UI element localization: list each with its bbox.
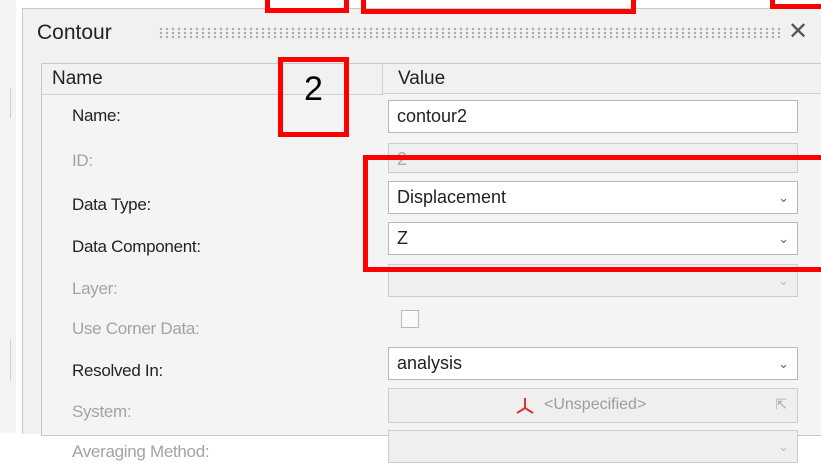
system-label: System: [72,402,132,421]
panel-header[interactable]: Contour ✕ [23,9,821,55]
pointer-icon[interactable]: ⇱ [775,389,787,420]
annotation-highlight-box [361,0,636,14]
chevron-down-icon[interactable]: ⌄ [778,348,789,379]
averaging-label: Averaging Method: [72,442,210,461]
annotation-highlight-box [265,0,349,13]
averaging-select: ⌄ [388,430,798,463]
resolved-in-value: analysis [397,353,463,373]
use-corner-data-checkbox[interactable] [401,310,419,328]
panel-title: Contour [37,21,112,44]
data-component-label: Data Component: [72,237,201,256]
use-corner-data-label: Use Corner Data: [72,319,200,338]
layer-label: Layer: [72,279,118,298]
system-picker[interactable]: <Unspecified> ⇱ [388,388,798,423]
left-edge-strip [0,0,16,433]
annotation-highlight-box [363,155,821,272]
chevron-down-icon: ⌄ [778,439,789,454]
divider [10,88,11,118]
data-type-label: Data Type: [72,195,151,214]
resolved-in-label: Resolved In: [72,361,163,380]
divider [10,340,11,380]
system-value: <Unspecified> [544,396,647,413]
annotation-highlight-box [770,0,821,9]
drag-grip[interactable] [158,27,783,39]
id-label: ID: [72,151,93,170]
badge-number: 2 [304,70,323,108]
coordinate-system-icon [516,398,534,414]
column-header-value[interactable]: Value [383,64,821,94]
resolved-in-select[interactable]: analysis ⌄ [388,347,798,380]
name-label: Name: [72,106,121,125]
annotation-number-badge: 2 [278,57,349,137]
close-icon[interactable]: ✕ [785,17,811,47]
name-field[interactable]: contour2 [388,100,798,133]
